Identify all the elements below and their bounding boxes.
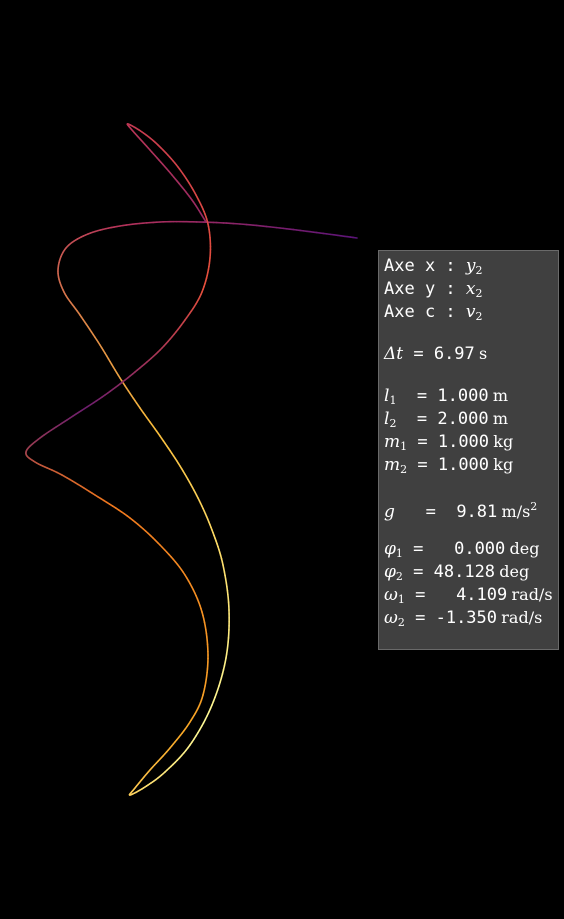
omega1-equals: = bbox=[404, 585, 446, 605]
phi2-equals: = bbox=[402, 562, 434, 582]
l1-value: 1.000 bbox=[437, 386, 489, 406]
gravity-row: g = 9.81 m/s2 bbox=[384, 495, 558, 522]
m1-symbol: m bbox=[384, 432, 401, 452]
gravity-value: 9.81 bbox=[456, 502, 498, 522]
axis-c-label: Axe c : bbox=[384, 302, 466, 322]
axis-x-symbol: y bbox=[465, 256, 476, 276]
omega1-value: 4.109 bbox=[445, 585, 508, 605]
parameters-panel: Axe x : y2 Axe y : x2 Axe c : v2 Δt = 6.… bbox=[378, 250, 559, 650]
m2-value: 1.000 bbox=[437, 455, 490, 475]
m1-equals: = bbox=[407, 432, 438, 452]
phi2-symbol: φ bbox=[384, 562, 396, 582]
phi2-subscript: 2 bbox=[395, 570, 403, 583]
dt-symbol: Δt bbox=[384, 344, 404, 364]
omega2-value: -1.350 bbox=[435, 608, 498, 628]
l2-equals: = bbox=[396, 409, 438, 429]
phi2-unit: deg bbox=[499, 562, 530, 581]
omega1-row: ω1 = 4.109 rad/s bbox=[384, 583, 558, 606]
omega2-row: ω2 = -1.350 rad/s bbox=[384, 606, 558, 629]
axis-y-subscript: 2 bbox=[475, 287, 483, 300]
omega2-subscript: 2 bbox=[397, 616, 405, 629]
axis-x-label: Axe x : bbox=[384, 256, 466, 276]
m1-value: 1.000 bbox=[437, 432, 490, 452]
m1-row: m1 = 1.000 kg bbox=[384, 430, 558, 453]
dt-equals: = bbox=[403, 344, 434, 364]
gravity-symbol: g bbox=[384, 502, 395, 522]
m2-equals: = bbox=[407, 455, 438, 475]
l1-unit: m bbox=[492, 386, 508, 405]
l2-value: 2.000 bbox=[437, 409, 489, 429]
gravity-equals: = bbox=[394, 502, 457, 522]
m2-row: m2 = 1.000 kg bbox=[384, 453, 558, 476]
axis-c-symbol: v bbox=[465, 302, 476, 322]
m2-symbol: m bbox=[384, 455, 401, 475]
omega1-symbol: ω bbox=[384, 585, 398, 605]
omega2-symbol: ω bbox=[384, 608, 398, 628]
dt-row: Δt = 6.97 s bbox=[384, 342, 558, 365]
phi1-value: 0.000 bbox=[443, 539, 506, 559]
trajectory-segment bbox=[204, 220, 207, 223]
phi1-subscript: 1 bbox=[395, 547, 403, 560]
axis-y-label: Axe y : bbox=[384, 279, 466, 299]
m1-unit: kg bbox=[493, 432, 514, 451]
axis-y-row: Axe y : x2 bbox=[384, 277, 558, 300]
gravity-unit-exponent: 2 bbox=[530, 500, 538, 513]
axis-x-subscript: 2 bbox=[475, 264, 483, 277]
phi1-unit: deg bbox=[509, 539, 540, 558]
phi2-value: 48.128 bbox=[433, 562, 496, 582]
omega1-subscript: 1 bbox=[397, 593, 405, 606]
omega2-unit: rad/s bbox=[501, 608, 543, 627]
l1-equals: = bbox=[396, 386, 438, 406]
dt-unit: s bbox=[479, 344, 488, 363]
axis-x-row: Axe x : y2 bbox=[384, 254, 558, 277]
l2-row: l2 = 2.000 m bbox=[384, 407, 558, 430]
phi1-row: φ1 = 0.000 deg bbox=[384, 537, 558, 560]
phi1-equals: = bbox=[402, 539, 444, 559]
omega2-equals: = bbox=[404, 608, 436, 628]
omega1-unit: rad/s bbox=[511, 585, 553, 604]
trajectory-curve bbox=[25, 123, 358, 796]
phi2-row: φ2 = 48.128 deg bbox=[384, 560, 558, 583]
axis-c-subscript: 2 bbox=[475, 310, 483, 323]
phi1-symbol: φ bbox=[384, 539, 396, 559]
dt-value: 6.97 bbox=[433, 344, 475, 364]
gravity-unit: m/s bbox=[501, 502, 531, 521]
l1-row: l1 = 1.000 m bbox=[384, 384, 558, 407]
axis-c-row: Axe c : v2 bbox=[384, 300, 558, 323]
l2-unit: m bbox=[492, 409, 508, 428]
m2-unit: kg bbox=[493, 455, 514, 474]
